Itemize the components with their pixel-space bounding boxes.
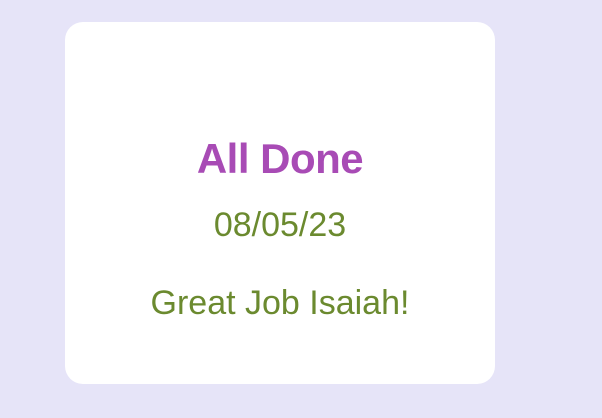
completion-message: Great Job Isaiah! <box>150 284 410 322</box>
completion-card: All Done 08/05/23 Great Job Isaiah! <box>65 22 495 384</box>
completion-title: All Done <box>196 135 364 182</box>
completion-date: 08/05/23 <box>213 206 347 244</box>
